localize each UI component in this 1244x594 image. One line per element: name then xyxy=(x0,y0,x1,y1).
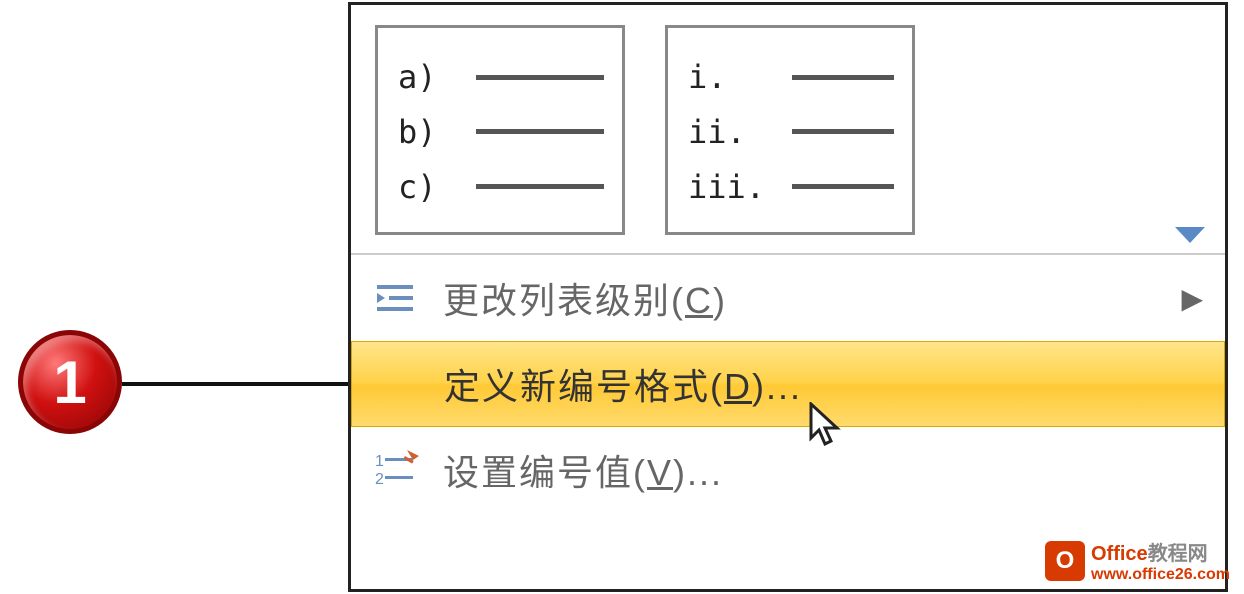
menu-define-new-number-format[interactable]: 定义新编号格式(D)... xyxy=(351,341,1225,427)
numbering-gallery: a) b) c) i. ii. iii. xyxy=(351,5,1225,253)
chevron-right-icon: ▶ xyxy=(1181,282,1203,315)
list-row: i. xyxy=(688,57,894,97)
numbering-option-roman[interactable]: i. ii. iii. xyxy=(665,25,915,235)
list-row: ii. xyxy=(688,112,894,152)
list-marker: a) xyxy=(398,58,468,96)
list-marker: i. xyxy=(688,58,784,96)
menu-label: 设置编号值(V)... xyxy=(443,444,1203,496)
svg-text:2: 2 xyxy=(375,471,384,488)
list-row: b) xyxy=(398,112,604,152)
menu-set-number-value[interactable]: 1 2 设置编号值(V)... xyxy=(351,427,1225,513)
watermark-text: Office教程网 www.office26.com xyxy=(1091,537,1230,584)
menu-label: 更改列表级别(C) xyxy=(443,272,1181,324)
list-line-icon xyxy=(792,75,894,80)
office-logo-icon: O xyxy=(1045,541,1085,581)
list-line-icon xyxy=(792,129,894,134)
list-marker: iii. xyxy=(688,168,784,206)
list-line-icon xyxy=(476,129,604,134)
svg-text:1: 1 xyxy=(375,453,384,470)
callout-number: 1 xyxy=(53,348,86,417)
scroll-down-icon[interactable] xyxy=(1175,227,1205,245)
callout-badge: 1 xyxy=(18,330,122,434)
list-line-icon xyxy=(476,75,604,80)
list-row: c) xyxy=(398,167,604,207)
list-marker: ii. xyxy=(688,113,784,151)
indent-icon xyxy=(351,255,443,341)
menu-change-list-level[interactable]: 更改列表级别(C) ▶ xyxy=(351,255,1225,341)
menu-section: 更改列表级别(C) ▶ 定义新编号格式(D)... 1 2 xyxy=(351,253,1225,513)
numbering-dropdown-panel: a) b) c) i. ii. iii. xyxy=(348,2,1228,592)
list-row: a) xyxy=(398,57,604,97)
blank-icon xyxy=(352,342,444,426)
menu-label: 定义新编号格式(D)... xyxy=(444,358,1202,410)
list-marker: c) xyxy=(398,168,468,206)
list-marker: b) xyxy=(398,113,468,151)
numbering-option-alpha[interactable]: a) b) c) xyxy=(375,25,625,235)
list-row: iii. xyxy=(688,167,894,207)
watermark: O Office教程网 www.office26.com xyxy=(1045,537,1230,584)
number-value-icon: 1 2 xyxy=(351,427,443,513)
list-line-icon xyxy=(476,184,604,189)
list-line-icon xyxy=(792,184,894,189)
